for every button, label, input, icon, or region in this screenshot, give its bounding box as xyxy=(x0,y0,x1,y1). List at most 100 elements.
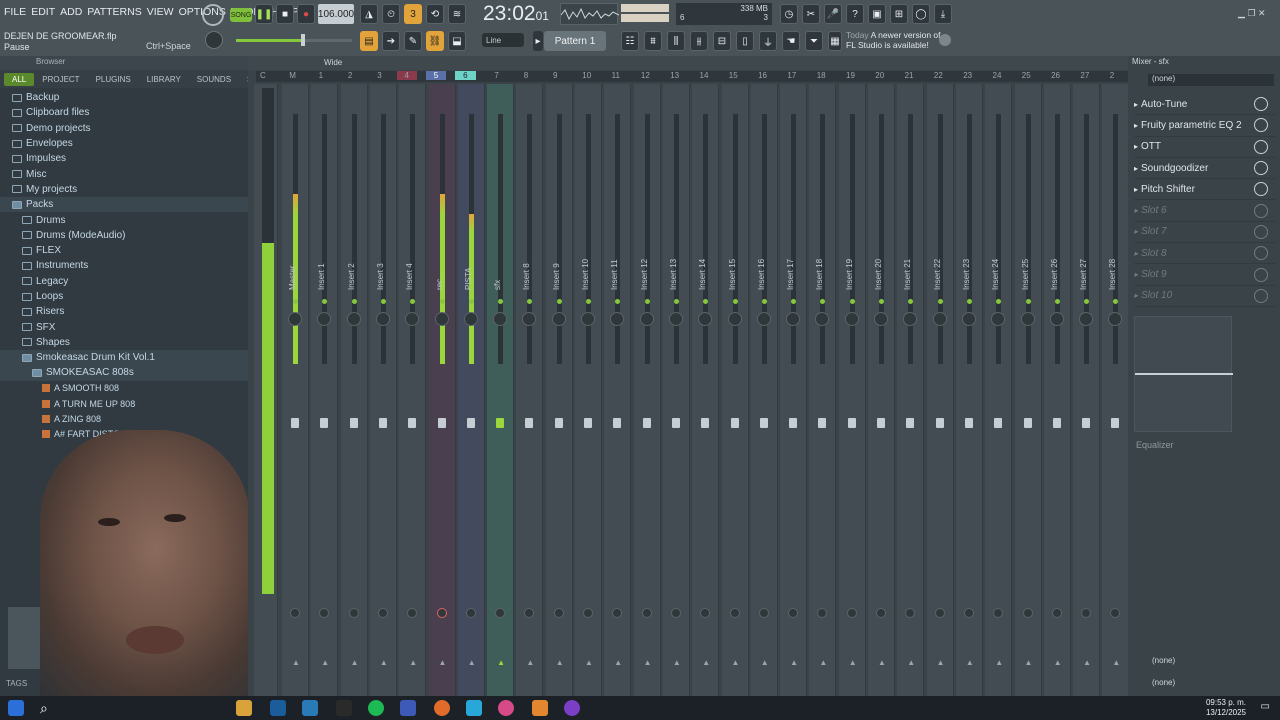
cut-button[interactable]: ✂ xyxy=(802,4,820,24)
route-knob[interactable] xyxy=(1110,608,1121,618)
volume-fader[interactable] xyxy=(701,418,710,428)
plugin-db-button[interactable]: ▯ xyxy=(736,31,754,51)
mixer-strip[interactable]: Insert 27 ▲ xyxy=(1073,84,1101,696)
pan-knob[interactable] xyxy=(551,312,566,326)
link-tool-button[interactable]: ⛓ xyxy=(426,31,444,51)
route-knob[interactable] xyxy=(348,608,359,618)
send-arrow-icon[interactable]: ▲ xyxy=(995,658,1003,667)
volume-fader[interactable] xyxy=(1023,418,1032,428)
mixer-output-2[interactable]: (none) xyxy=(1152,678,1175,687)
start-icon[interactable] xyxy=(8,700,24,716)
mixer-strip[interactable]: Insert 17 ▲ xyxy=(780,84,808,696)
mixer-strip[interactable]: Insert 13 ▲ xyxy=(662,84,690,696)
stop-button[interactable]: ■ xyxy=(276,4,294,24)
effect-slot[interactable]: ▸ Slot 10 xyxy=(1134,286,1276,307)
browser-button[interactable]: ⫵ xyxy=(690,31,708,51)
route-knob[interactable] xyxy=(846,608,857,618)
browser-item[interactable]: SMOKEASAC 808s xyxy=(0,365,248,381)
mixer-button[interactable]: ⫼ xyxy=(667,31,685,51)
pan-knob[interactable] xyxy=(903,312,918,326)
pan-knob[interactable] xyxy=(434,312,449,326)
pan-knob[interactable] xyxy=(288,312,302,326)
route-knob[interactable] xyxy=(670,608,681,618)
system-clock[interactable]: 09:53 p. m. 13/12/2025 xyxy=(1206,698,1246,718)
slot-mix-knob[interactable] xyxy=(1254,224,1268,239)
epic-games-icon[interactable] xyxy=(336,700,352,716)
browser-item[interactable]: Backup xyxy=(0,90,248,105)
piano-roll-button[interactable]: ⩩ xyxy=(644,31,662,51)
mixer-strip[interactable]: Insert 3 ▲ xyxy=(369,84,397,696)
strip-enable-led[interactable] xyxy=(351,299,357,304)
strip-enable-led[interactable] xyxy=(879,299,884,304)
pause-button[interactable]: ❚❚ xyxy=(255,4,273,24)
browser-item[interactable]: A TURN ME UP 808 xyxy=(0,396,248,411)
browser-tab-project[interactable]: PROJECT xyxy=(34,73,87,86)
route-knob[interactable] xyxy=(963,608,974,618)
pan-knob[interactable] xyxy=(375,312,390,326)
send-arrow-icon[interactable]: ▲ xyxy=(497,658,505,667)
fl-update-icon[interactable] xyxy=(939,34,951,46)
strip-enable-led[interactable] xyxy=(966,299,972,304)
route-knob[interactable] xyxy=(377,608,388,618)
route-knob[interactable] xyxy=(553,608,564,618)
send-arrow-icon[interactable]: ▲ xyxy=(644,658,652,667)
mic-button[interactable]: 🎤 xyxy=(824,4,842,24)
arrow-tool-button[interactable]: ➔ xyxy=(382,31,400,51)
channel-rack-button[interactable]: ☷ xyxy=(621,31,639,51)
slot-mix-knob[interactable] xyxy=(1254,97,1268,112)
browser-tab-plugins[interactable]: PLUGINS xyxy=(88,73,139,86)
route-knob[interactable] xyxy=(934,608,945,618)
pan-knob[interactable] xyxy=(961,312,976,326)
mixer-strip[interactable]: Insert 2 ▲ xyxy=(340,84,368,696)
obs-icon[interactable] xyxy=(564,700,580,716)
pan-knob[interactable] xyxy=(317,312,332,326)
volume-fader[interactable] xyxy=(525,418,534,428)
strip-enable-led[interactable] xyxy=(761,299,767,304)
mixer-view-label[interactable]: Wide xyxy=(324,58,342,67)
capcut-icon[interactable] xyxy=(466,700,482,716)
route-knob[interactable] xyxy=(641,608,652,618)
blend-notes-button[interactable]: ≋ xyxy=(448,4,466,24)
countdown-button[interactable]: ⏲ xyxy=(382,4,400,24)
route-knob[interactable] xyxy=(788,608,799,618)
volume-fader[interactable] xyxy=(964,418,973,428)
menu-file[interactable]: FILE xyxy=(4,6,26,18)
steam-icon[interactable] xyxy=(270,700,286,716)
route-knob[interactable] xyxy=(465,608,476,618)
volume-fader[interactable] xyxy=(378,418,387,428)
pan-knob[interactable] xyxy=(463,312,478,326)
pan-knob[interactable] xyxy=(405,312,420,326)
mixer-strip[interactable]: Insert 8 ▲ xyxy=(516,84,544,696)
mixer-strip[interactable]: Insert 12 ▲ xyxy=(633,84,661,696)
strip-enable-led[interactable] xyxy=(644,299,650,304)
route-knob[interactable] xyxy=(407,608,418,618)
mixer-strip[interactable]: Insert 11 ▲ xyxy=(604,84,632,696)
route-knob[interactable] xyxy=(495,608,506,618)
pan-knob[interactable] xyxy=(756,312,771,326)
send-arrow-icon[interactable]: ▲ xyxy=(673,658,681,667)
send-arrow-icon[interactable]: ▲ xyxy=(614,658,622,667)
volume-slider-handle[interactable] xyxy=(301,34,305,46)
mixer-strip[interactable]: sfx ▲ xyxy=(487,84,515,696)
master-volume-knob[interactable] xyxy=(202,4,224,26)
volume-fader[interactable] xyxy=(935,418,944,428)
route-knob[interactable] xyxy=(612,608,623,618)
pan-knob[interactable] xyxy=(1079,312,1094,326)
volume-fader[interactable] xyxy=(730,418,739,428)
news-button[interactable]: ▦ xyxy=(828,31,842,51)
browser-item[interactable]: Loops xyxy=(0,289,248,304)
effect-slot[interactable]: ▸ Pitch Shifter xyxy=(1134,179,1276,201)
effect-slot[interactable]: ▸ Slot 6 xyxy=(1134,200,1276,222)
browser-item[interactable]: Shapes xyxy=(0,335,248,350)
app-icon[interactable] xyxy=(400,700,416,716)
volume-fader[interactable] xyxy=(1111,418,1120,428)
route-knob[interactable] xyxy=(583,608,593,618)
help-button[interactable]: ? xyxy=(846,4,864,24)
save-button[interactable]: ▣ xyxy=(868,4,886,24)
browser-item[interactable]: A SMOOTH 808 xyxy=(0,381,248,396)
volume-fader[interactable] xyxy=(642,418,651,428)
pan-knob[interactable] xyxy=(932,312,947,326)
strip-enable-led[interactable] xyxy=(849,299,855,304)
mixer-strip[interactable]: rec ▲ xyxy=(428,84,456,696)
send-arrow-icon[interactable]: ▲ xyxy=(1054,658,1062,667)
